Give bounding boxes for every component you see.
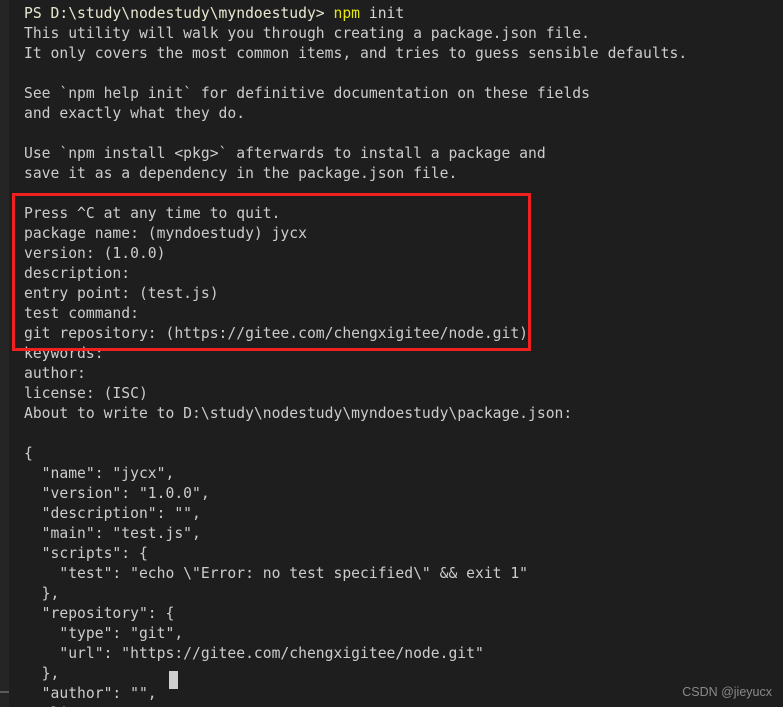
terminal-line-press-ctrl-c: Press ^C at any time to quit. (24, 205, 281, 222)
editor-gutter (0, 0, 9, 707)
terminal-line: save it as a dependency in the package.j… (24, 165, 458, 182)
json-line: "description": "", (24, 505, 201, 522)
json-line: "repository": { (24, 605, 175, 622)
terminal-line: This utility will walk you through creat… (24, 25, 590, 42)
terminal-output: PS D:\study\nodestudy\myndoestudy> npm i… (24, 4, 783, 707)
json-line: "author": "", (24, 685, 157, 702)
terminal-pane[interactable]: PS D:\study\nodestudy\myndoestudy> npm i… (9, 0, 783, 707)
command-argument: init (368, 5, 405, 22)
json-line: { (24, 445, 33, 462)
shell-prompt: PS D:\study\nodestudy\myndoestudy> (24, 5, 325, 22)
terminal-line-entry-point: entry point: (test.js) (24, 285, 219, 302)
terminal-line-about-to-write: About to write to D:\study\nodestudy\myn… (24, 405, 573, 422)
terminal-line: Use `npm install <pkg>` afterwards to in… (24, 145, 546, 162)
json-line: "main": "test.js", (24, 525, 201, 542)
json-line: "test": "echo \"Error: no test specified… (24, 565, 529, 582)
terminal-line-license: license: (ISC) (24, 385, 148, 402)
terminal-prompt-line: PS D:\study\nodestudy\myndoestudy> npm i… (24, 4, 783, 24)
terminal-line-git-repository: git repository: (https://gitee.com/cheng… (24, 325, 529, 342)
json-line: "url": "https://gitee.com/chengxigitee/n… (24, 645, 484, 662)
json-line: "version": "1.0.0", (24, 485, 210, 502)
terminal-line-package-name: package name: (myndoestudy) jycx (24, 225, 307, 242)
terminal-line-keywords: keywords: (24, 345, 104, 362)
json-line: }, (24, 665, 60, 682)
terminal-line-description: description: (24, 265, 131, 282)
terminal-line: and exactly what they do. (24, 105, 246, 122)
terminal-line-test-command: test command: (24, 305, 139, 322)
json-line: "type": "git", (24, 625, 184, 642)
json-line: "name": "jycx", (24, 465, 175, 482)
terminal-caret (169, 671, 178, 689)
terminal-screenshot: PS D:\study\nodestudy\myndoestudy> npm i… (0, 0, 783, 707)
gutter-scroll-mark[interactable] (0, 691, 9, 693)
terminal-line-version: version: (1.0.0) (24, 245, 166, 262)
command-space (360, 5, 369, 22)
csdn-watermark: CSDN @jieyucx (682, 685, 772, 699)
terminal-line: See `npm help init` for definitive docum… (24, 85, 590, 102)
json-line: "scripts": { (24, 545, 148, 562)
terminal-line: It only covers the most common items, an… (24, 45, 688, 62)
json-line: }, (24, 585, 60, 602)
terminal-line-author: author: (24, 365, 86, 382)
command-keyword: npm (333, 5, 361, 22)
